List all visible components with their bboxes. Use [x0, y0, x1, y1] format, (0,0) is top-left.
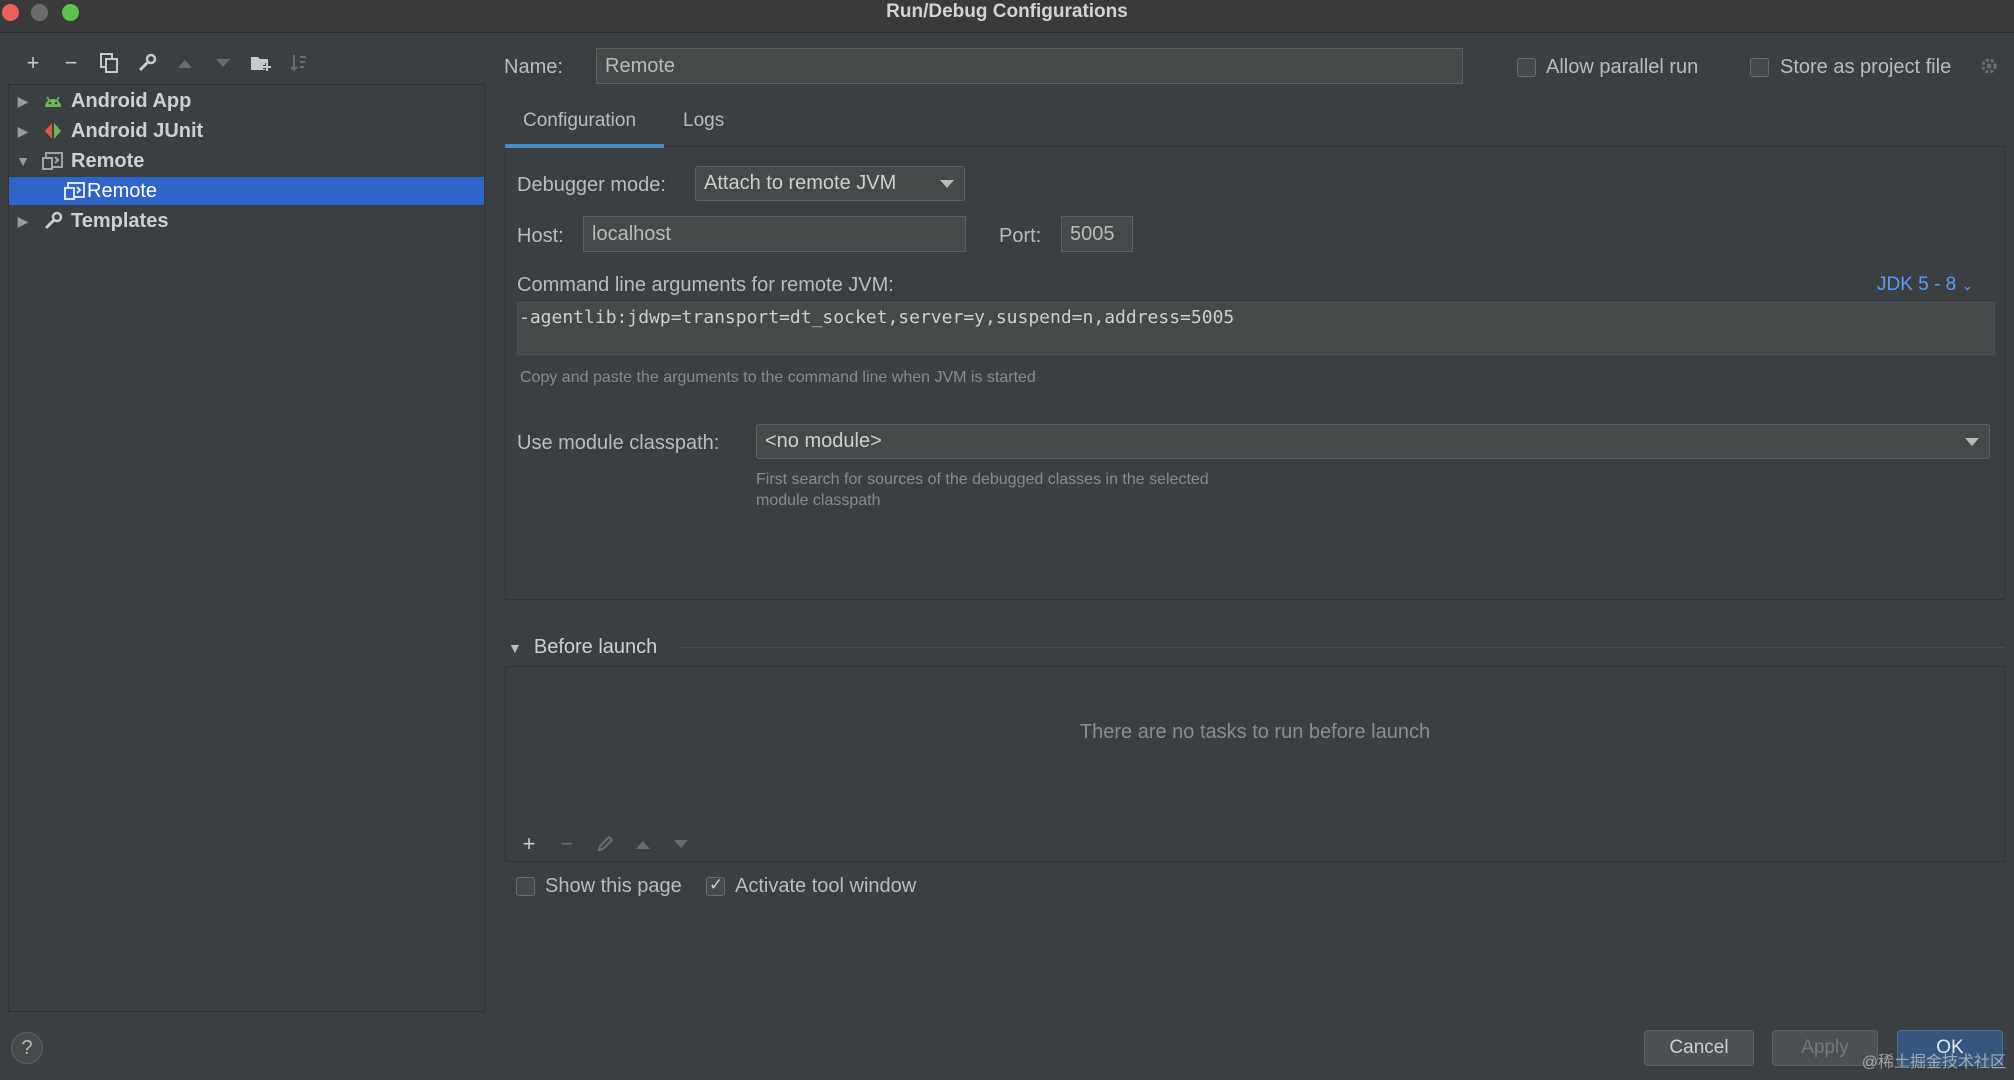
module-classpath-select[interactable]: <no module> [756, 424, 1990, 459]
window-title: Run/Debug Configurations [886, 1, 1128, 22]
store-project-checkbox[interactable] [1750, 58, 1769, 77]
gear-icon[interactable] [1978, 55, 2000, 83]
activate-tool-window-checkbox[interactable] [706, 875, 725, 896]
debugger-mode-value: Attach to remote JVM [704, 172, 897, 194]
config-toolbar: + − [14, 50, 318, 76]
name-input[interactable]: Remote [596, 48, 1463, 84]
remote-icon [63, 179, 87, 203]
android-icon [41, 89, 65, 113]
tree-item-label: Android JUnit [71, 119, 204, 142]
folder-icon[interactable] [242, 50, 280, 76]
move-up-icon[interactable] [166, 50, 204, 76]
collapse-arrow-icon[interactable]: ▼ [15, 153, 31, 169]
remove-icon[interactable]: − [548, 830, 586, 858]
before-launch-empty-text: There are no tasks to run before launch [1079, 721, 1431, 743]
expand-arrow-icon[interactable]: ▶ [15, 123, 31, 139]
move-down-icon[interactable] [204, 50, 242, 76]
before-launch-panel: There are no tasks to run before launch [505, 666, 2005, 862]
tree-item-templates[interactable]: ▶ Templates [9, 207, 484, 235]
module-hint-line-1: First search for sources of the debugged… [756, 471, 1209, 488]
before-launch-divider [678, 647, 2005, 648]
debugger-mode-label: Debugger mode: [517, 174, 666, 196]
store-project-label: Store as project file [1780, 56, 1952, 78]
tabs-divider [505, 146, 2005, 147]
tree-item-android-junit[interactable]: ▶ Android JUnit [9, 117, 484, 145]
cmd-args-label: Command line arguments for remote JVM: [517, 274, 894, 296]
jdk-version-link[interactable]: JDK 5 - 8 ⌄ [1877, 274, 1973, 296]
expand-arrow-icon[interactable]: ▶ [15, 93, 31, 109]
tree-item-android-app[interactable]: ▶ Android App [9, 87, 484, 115]
tree-item-remote[interactable]: Remote [9, 177, 484, 205]
sort-icon[interactable] [280, 50, 318, 76]
tree-item-label: Remote [71, 149, 145, 172]
add-icon[interactable]: + [510, 830, 548, 858]
watermark: @稀土掘金技术社区 [1861, 1054, 2006, 1071]
tree-item-label: Remote [87, 179, 158, 202]
tab-configuration[interactable]: Configuration [523, 110, 636, 132]
chevron-down-icon [1965, 437, 1979, 446]
expand-arrow-icon[interactable]: ▶ [15, 213, 31, 229]
tree-item-label: Templates [71, 209, 169, 232]
module-hint-line-2: module classpath [756, 492, 881, 509]
before-launch-title: Before launch [533, 636, 658, 658]
allow-parallel-label: Allow parallel run [1546, 56, 1699, 78]
cancel-button[interactable]: Cancel [1644, 1030, 1754, 1066]
chevron-down-icon [940, 179, 954, 188]
wrench-icon [41, 209, 65, 233]
debugger-mode-select[interactable]: Attach to remote JVM [695, 166, 965, 201]
host-input[interactable]: localhost [583, 216, 966, 252]
junit-icon [41, 119, 65, 143]
edit-icon[interactable] [586, 830, 624, 858]
tab-logs[interactable]: Logs [683, 110, 724, 132]
show-page-checkbox[interactable] [516, 877, 535, 896]
before-launch-toolbar: + − [510, 830, 700, 858]
tree-item-label: Android App [71, 89, 192, 112]
allow-parallel-checkbox[interactable] [1517, 58, 1536, 77]
remove-icon[interactable]: − [52, 50, 90, 76]
wrench-icon[interactable] [128, 50, 166, 76]
remote-icon [41, 149, 65, 173]
move-up-icon[interactable] [624, 830, 662, 858]
copy-icon[interactable] [90, 50, 128, 76]
move-down-icon[interactable] [662, 830, 700, 858]
port-input[interactable]: 5005 [1061, 216, 1133, 252]
name-label: Name: [504, 56, 563, 78]
add-icon[interactable]: + [14, 50, 52, 76]
title-bar: Run/Debug Configurations [0, 0, 2014, 33]
before-launch-header[interactable]: ▼ Before launch [508, 636, 657, 659]
module-classpath-value: <no module> [765, 430, 882, 452]
host-label: Host: [517, 225, 564, 247]
module-classpath-label: Use module classpath: [517, 432, 720, 454]
config-tree: ▶ Android App ▶ Android JUnit ▼ Remote R… [8, 84, 485, 1012]
jdk-version-text: JDK 5 - 8 [1877, 274, 1957, 295]
chevron-down-icon: ⌄ [1961, 277, 1974, 293]
activate-tool-window-label: Activate tool window [735, 875, 917, 897]
port-label: Port: [999, 225, 1042, 247]
tree-item-remote-group[interactable]: ▼ Remote [9, 147, 484, 175]
help-button[interactable]: ? [11, 1032, 43, 1064]
collapse-arrow-icon: ▼ [508, 639, 522, 656]
cmd-args-textarea[interactable]: -agentlib:jdwp=transport=dt_socket,serve… [517, 302, 1995, 355]
cmd-args-hint: Copy and paste the arguments to the comm… [520, 369, 1036, 386]
show-page-label: Show this page [545, 875, 682, 897]
